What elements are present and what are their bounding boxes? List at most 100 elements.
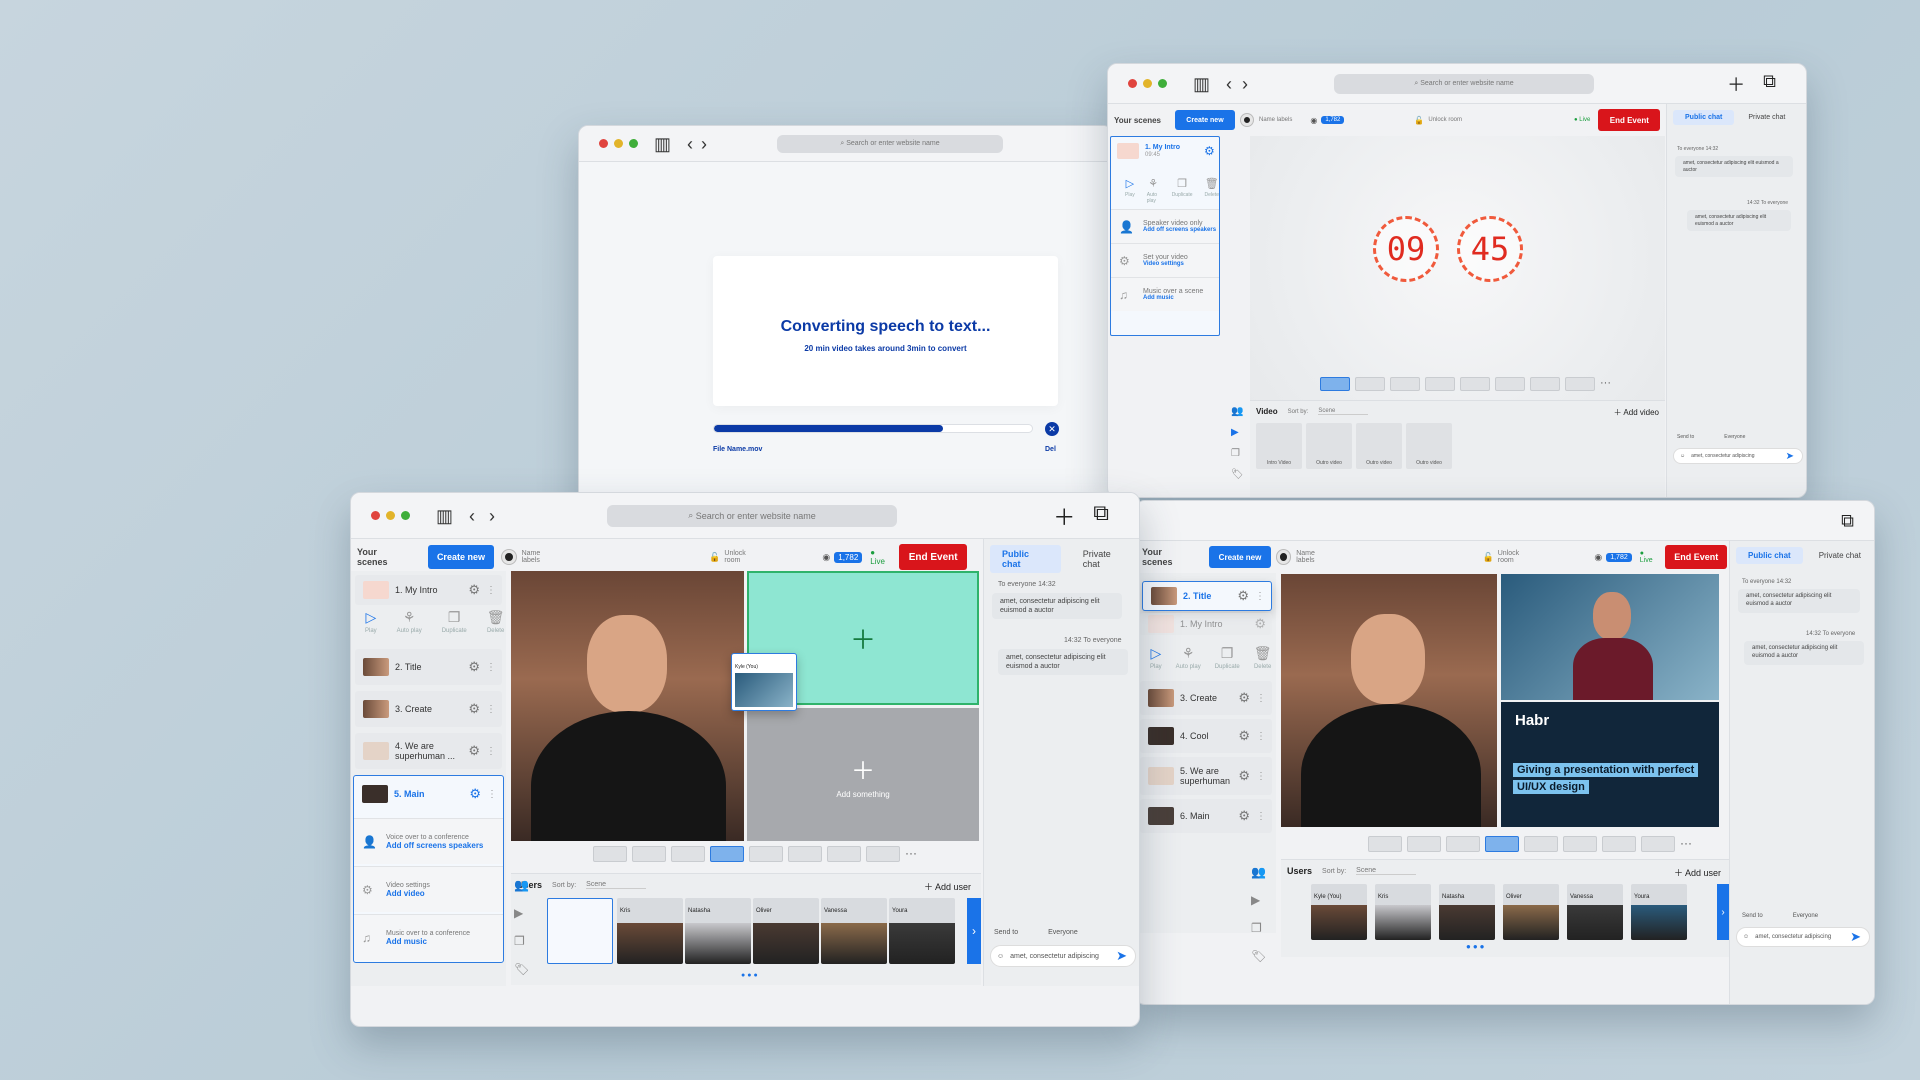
- duplicate-tool[interactable]: ❐ Duplicate: [442, 609, 467, 634]
- layout-option[interactable]: [671, 846, 705, 862]
- layout-option[interactable]: [1641, 836, 1675, 852]
- scene-item-selected[interactable]: 5. Main ⚙ ⋮ 👤 Voice over to a conference Ad…: [353, 775, 504, 963]
- more-layouts-icon[interactable]: ···: [1600, 377, 1611, 391]
- gear-icon[interactable]: ⚙: [468, 582, 480, 598]
- layout-option[interactable]: [1320, 377, 1350, 391]
- gear-icon[interactable]: ⚙: [468, 701, 480, 717]
- emoji-icon[interactable]: ☺: [997, 953, 1004, 960]
- send-icon[interactable]: ➤: [1786, 451, 1794, 462]
- layout-option[interactable]: [1460, 377, 1490, 391]
- forward-icon[interactable]: ›: [1242, 75, 1248, 93]
- drag-handle-icon[interactable]: ⋮: [1255, 591, 1265, 602]
- layout-option[interactable]: [1602, 836, 1636, 852]
- auto-play-tool[interactable]: ⚘ Auto play: [397, 609, 422, 634]
- layout-option[interactable]: [1495, 377, 1525, 391]
- scene-item[interactable]: 4. We are superhuman ... ⚙ ⋮: [355, 733, 502, 769]
- user-card[interactable]: Natasha: [685, 898, 751, 964]
- end-event-button[interactable]: End Event: [899, 544, 967, 570]
- user-card[interactable]: Youra: [1631, 884, 1687, 940]
- video-item[interactable]: Intro Video: [1256, 423, 1302, 469]
- drag-handle-icon[interactable]: ⋮: [486, 704, 496, 715]
- window-controls[interactable]: [1128, 79, 1167, 88]
- emoji-icon[interactable]: ☺: [1680, 453, 1685, 459]
- send-icon[interactable]: ➤: [1850, 929, 1861, 945]
- new-tab-icon[interactable]: ＋: [1727, 71, 1745, 97]
- gear-icon[interactable]: ⚙: [1254, 616, 1266, 632]
- delete-link[interactable]: Del: [1045, 446, 1056, 453]
- next-users-icon[interactable]: ›: [1717, 884, 1729, 940]
- send-to-select[interactable]: Everyone: [1793, 913, 1818, 919]
- layout-option[interactable]: [710, 846, 744, 862]
- drag-handle-icon[interactable]: ⋮: [487, 789, 497, 800]
- tab-public-chat[interactable]: Public chat: [990, 545, 1061, 573]
- sort-select[interactable]: Scene: [1356, 867, 1417, 875]
- delete-tool[interactable]: 🗑 Delete: [1254, 645, 1272, 670]
- layout-option[interactable]: [1425, 377, 1455, 391]
- layout-option[interactable]: [1390, 377, 1420, 391]
- back-icon[interactable]: ‹: [687, 135, 693, 153]
- layout-option[interactable]: [866, 846, 900, 862]
- unlock-icon[interactable]: 🔓: [709, 552, 720, 563]
- drag-handle-icon[interactable]: ⋮: [1256, 731, 1266, 742]
- layout-option[interactable]: [1524, 836, 1558, 852]
- music-option-link[interactable]: Add music: [1143, 295, 1203, 301]
- address-bar[interactable]: ⌕ Search or enter website name: [777, 134, 1003, 153]
- add-video-button[interactable]: ＋ Add video: [1614, 407, 1659, 418]
- layers-icon[interactable]: ❐: [514, 934, 529, 948]
- unlock-room[interactable]: Unlock room: [724, 550, 762, 564]
- user-card[interactable]: Youra: [889, 898, 955, 964]
- video-item[interactable]: Outro video: [1356, 423, 1402, 469]
- tab-public-chat[interactable]: Public chat: [1673, 110, 1735, 125]
- user-card[interactable]: Kyle (You): [1311, 884, 1367, 940]
- layout-option[interactable]: [1565, 377, 1595, 391]
- send-to-select[interactable]: Everyone: [1048, 929, 1078, 936]
- video-item[interactable]: Outro video: [1306, 423, 1352, 469]
- scene-item[interactable]: 5. We are superhuman ⚙ ⋮: [1140, 757, 1272, 795]
- gear-icon[interactable]: ⚙: [1238, 728, 1250, 744]
- users-icon[interactable]: 👥: [1251, 865, 1266, 879]
- gear-icon[interactable]: ⚙: [1238, 808, 1250, 824]
- end-event-button[interactable]: End Event: [1598, 109, 1661, 131]
- create-new-button[interactable]: Create new: [428, 545, 494, 569]
- video-option-link[interactable]: Video settings: [1143, 261, 1188, 267]
- gear-icon[interactable]: ⚙: [1238, 690, 1250, 706]
- layout-option[interactable]: [1407, 836, 1441, 852]
- voice-option-link[interactable]: Add off screens speakers: [386, 841, 483, 850]
- user-card[interactable]: Oliver: [753, 898, 819, 964]
- drag-handle-icon[interactable]: ⋮: [1256, 693, 1266, 704]
- add-user-button[interactable]: ＋ Add user: [1674, 866, 1721, 879]
- layout-option[interactable]: [1563, 836, 1597, 852]
- create-new-button[interactable]: Create new: [1209, 546, 1271, 568]
- video-icon[interactable]: ▶: [1231, 427, 1244, 438]
- layout-option[interactable]: [1485, 836, 1519, 852]
- drag-handle-icon[interactable]: ⋮: [1256, 811, 1266, 822]
- layout-option[interactable]: [827, 846, 861, 862]
- tag-icon[interactable]: 🏷: [514, 962, 529, 976]
- speaker-option-link[interactable]: Add off screens speakers: [1143, 227, 1216, 233]
- unlock-room[interactable]: Unlock room: [1428, 117, 1462, 123]
- layout-option[interactable]: [1355, 377, 1385, 391]
- duplicate-tool[interactable]: ❐ Duplicate: [1215, 645, 1240, 670]
- gear-icon[interactable]: ⚙: [1238, 768, 1250, 784]
- video-icon[interactable]: ▶: [514, 906, 529, 920]
- tab-private-chat[interactable]: Private chat: [1071, 545, 1139, 573]
- send-to-select[interactable]: Everyone: [1724, 434, 1745, 440]
- scene-item[interactable]: 4. Cool ⚙ ⋮: [1140, 719, 1272, 753]
- dragged-user-card[interactable]: Kyle (You): [731, 653, 797, 711]
- auto-play-tool[interactable]: ⚘ Auto play: [1147, 177, 1160, 204]
- add-user-button[interactable]: ＋ Add user: [924, 880, 971, 893]
- sidebar-toggle-icon[interactable]: ▥: [1193, 75, 1210, 93]
- gear-icon[interactable]: ⚙: [469, 786, 481, 802]
- scene-item[interactable]: 3. Create ⚙ ⋮: [355, 691, 502, 727]
- user-card[interactable]: Natasha: [1439, 884, 1495, 940]
- sort-select[interactable]: Scene: [586, 881, 647, 889]
- gear-icon[interactable]: ⚙: [1204, 144, 1215, 158]
- create-new-button[interactable]: Create new: [1174, 110, 1235, 130]
- name-labels-toggle[interactable]: [501, 550, 516, 564]
- user-card[interactable]: Kris: [617, 898, 683, 964]
- layout-option[interactable]: [1446, 836, 1480, 852]
- music-option[interactable]: ♫ Music over a scene Add music: [1111, 277, 1219, 311]
- scene-item[interactable]: 1. My Intro ⚙ ⋮: [355, 575, 502, 605]
- layers-icon[interactable]: ❐: [1231, 448, 1244, 459]
- play-tool[interactable]: ▷ Play: [365, 609, 377, 634]
